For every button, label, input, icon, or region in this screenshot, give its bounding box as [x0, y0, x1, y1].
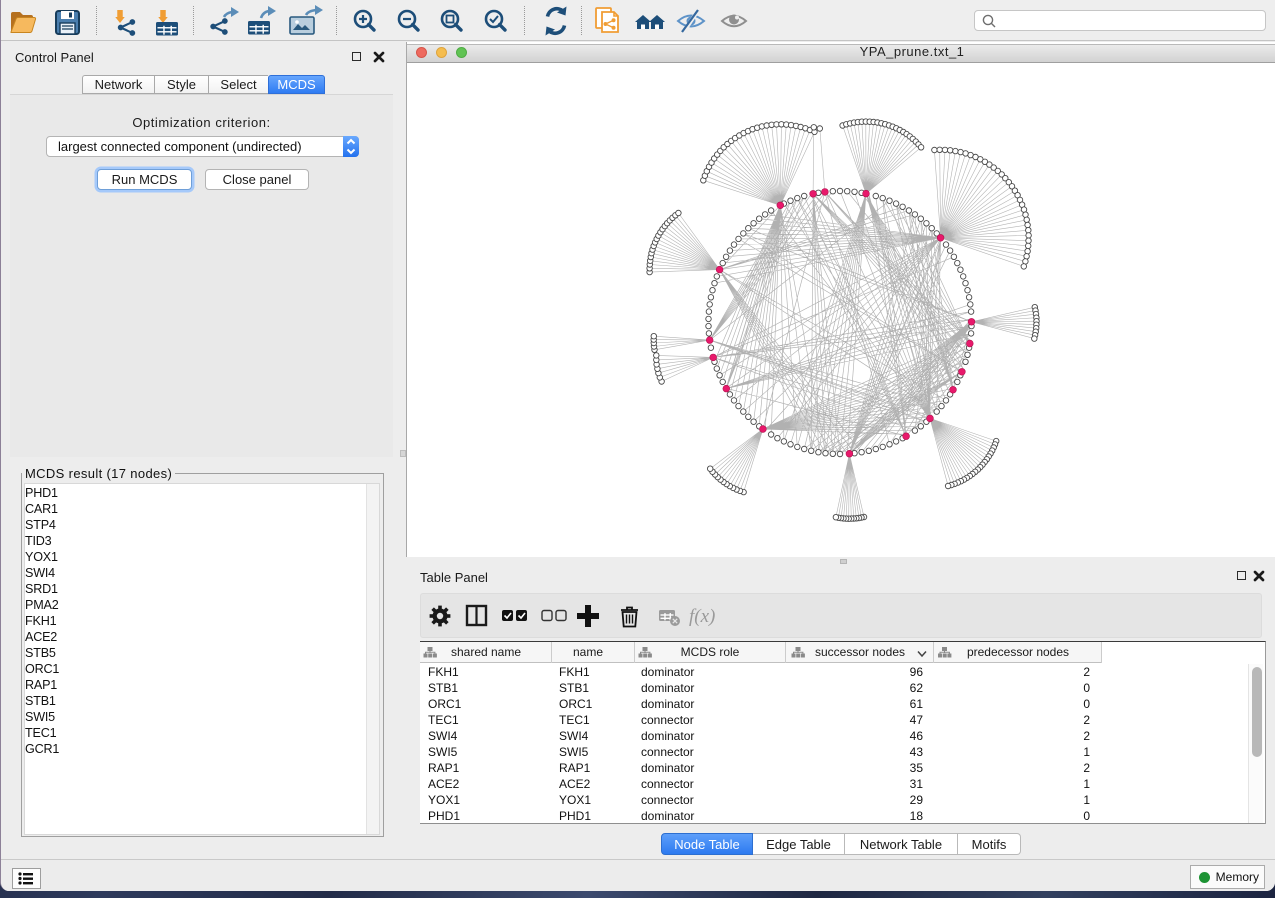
svg-text:f(x): f(x)	[689, 606, 715, 627]
